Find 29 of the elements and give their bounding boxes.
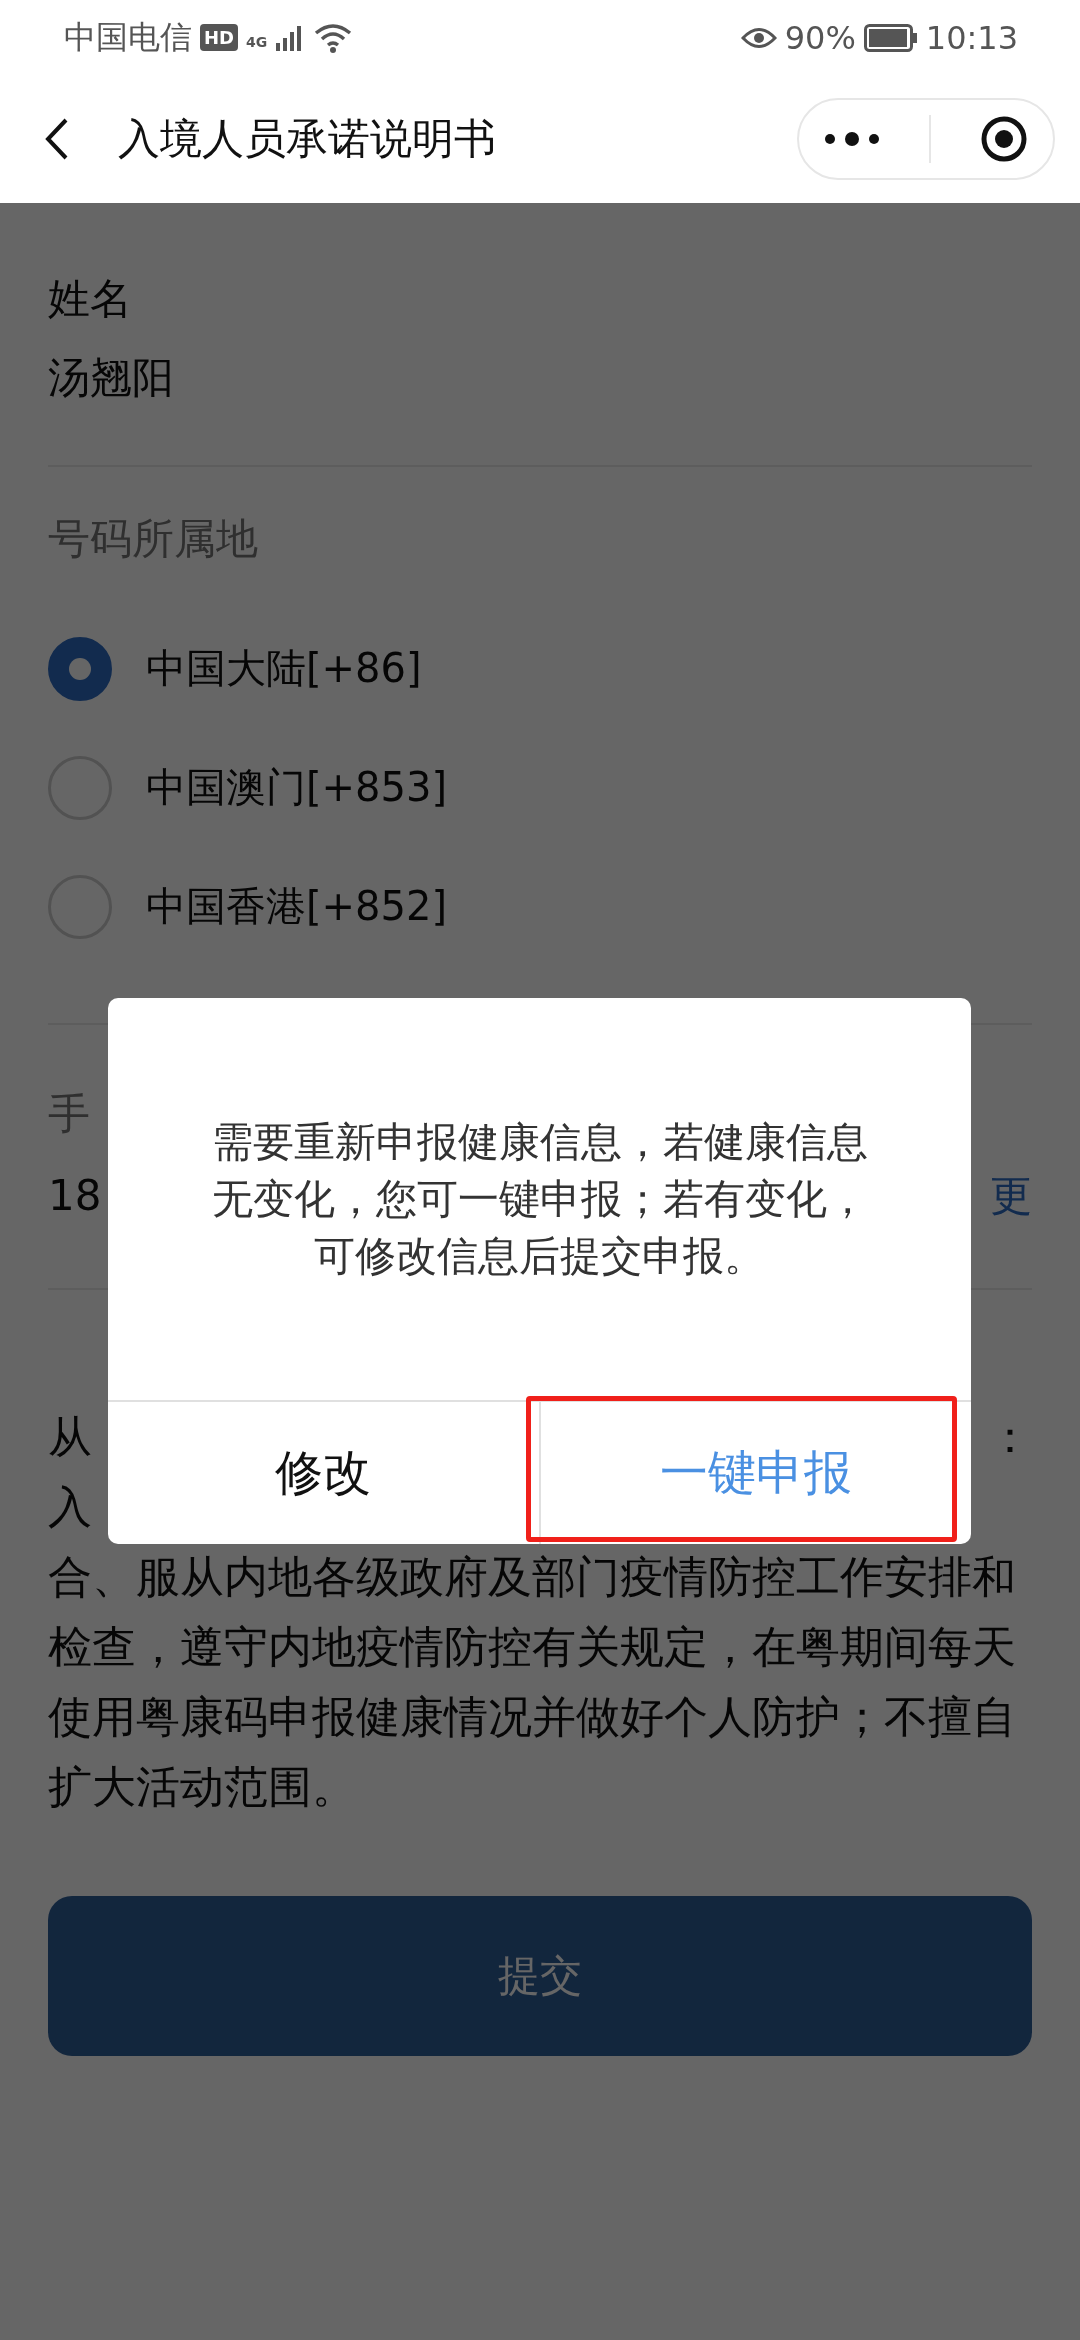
statement-text: 检查，遵守内地疫情防控有关规定，在粤期间每天	[48, 1620, 1016, 1674]
field-label: 姓名	[48, 273, 133, 325]
close-target-icon[interactable]	[980, 115, 1029, 163]
submit-button[interactable]: 提交	[48, 1896, 1032, 2056]
network-type: 4G	[246, 33, 268, 50]
field-value: 汤翘阳	[48, 352, 175, 404]
statement-text: 扩大活动范围。	[48, 1760, 356, 1814]
dialog-button[interactable]: 一键申报	[540, 1402, 971, 1544]
statement-text: 入	[48, 1480, 92, 1534]
radio-label[interactable]: 中国大陆[+86]	[146, 641, 422, 696]
dialog-message: 需要重新申报健康信息，若健康信息无变化，您可一键申报；若有变化，可修改信息后提交申报。	[210, 1116, 869, 1282]
hd-badge: HD	[200, 24, 238, 51]
field-value: 18	[48, 1170, 102, 1222]
radio-label[interactable]: 中国澳门[+853]	[146, 760, 448, 815]
page-title: 入境人员承诺说明书	[118, 113, 496, 165]
wifi-icon	[313, 21, 354, 54]
carrier-name: 中国电信	[64, 16, 192, 58]
statement-text: 使用粤康码申报健康情况并做好个人防护；不擅自	[48, 1690, 1016, 1744]
battery-icon	[863, 23, 918, 52]
radio-label[interactable]: 中国香港[+852]	[146, 879, 448, 934]
statement-text: 从	[48, 1410, 92, 1464]
statement-text: 合、服从内地各级政府及部门疫情防控工作安排和	[48, 1550, 1016, 1604]
battery-percent: 90%	[784, 18, 856, 57]
more-icon[interactable]	[823, 131, 880, 147]
statement-text: ：	[988, 1410, 1032, 1464]
change-link[interactable]: 更	[990, 1170, 1032, 1222]
back-icon[interactable]	[44, 117, 70, 161]
clock-time: 10:13	[925, 18, 1018, 57]
dialog-button[interactable]: 修改	[108, 1402, 539, 1544]
